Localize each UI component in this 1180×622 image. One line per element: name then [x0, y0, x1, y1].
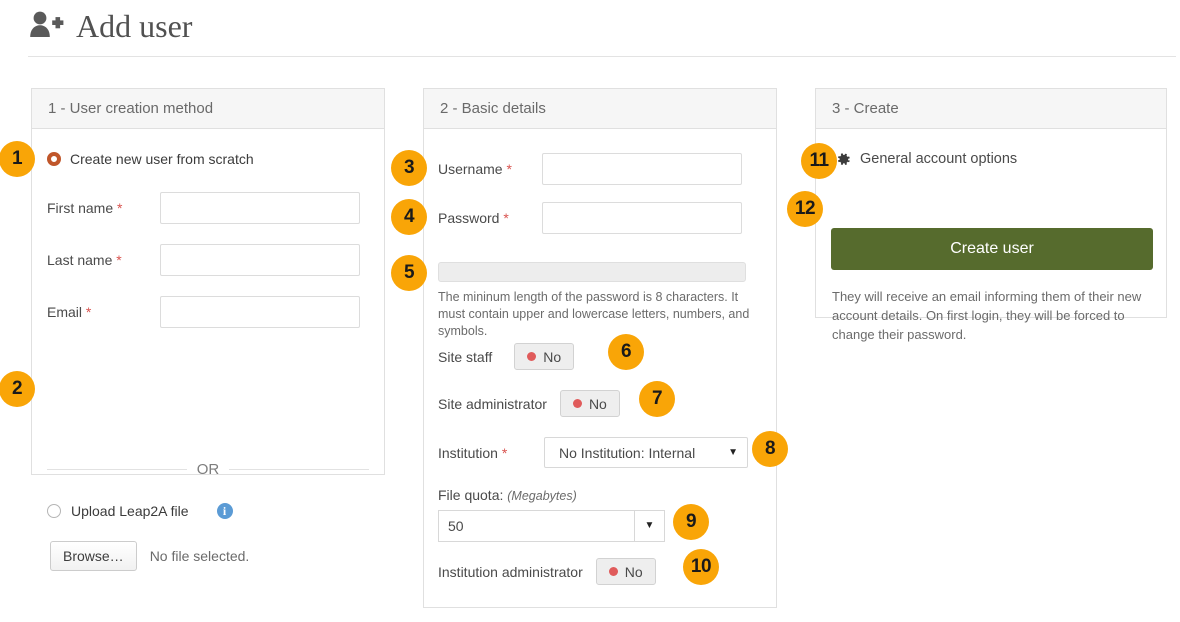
panel-2-body: Username * Password * The mininum length…	[424, 129, 776, 607]
institution-label: Institution *	[438, 444, 508, 461]
info-icon[interactable]: i	[216, 503, 233, 519]
institution-administrator-label: Institution administrator	[438, 563, 583, 580]
site-administrator-label: Site administrator	[438, 395, 547, 412]
site-administrator-toggle[interactable]: No	[559, 390, 620, 417]
panel-basic-details: 2 - Basic details Username * Password * …	[423, 88, 777, 608]
callout-badge-1: 1	[0, 141, 35, 177]
status-dot-icon	[608, 567, 618, 576]
username-input[interactable]	[542, 153, 742, 185]
panel-1-body: Create new user from scratch First name …	[32, 129, 384, 571]
browse-button[interactable]: Browse…	[50, 541, 137, 571]
or-divider-line-right	[229, 469, 369, 470]
radio-upload-label: Upload Leap2A file	[71, 503, 189, 519]
panel-2-heading: 2 - Basic details	[424, 89, 776, 129]
last-name-input[interactable]	[160, 244, 360, 276]
password-label: Password *	[438, 210, 509, 226]
email-input[interactable]	[160, 296, 360, 328]
required-mark: *	[117, 200, 123, 216]
gear-icon	[836, 152, 851, 167]
status-dot-icon	[527, 352, 537, 361]
last-name-label: Last name *	[47, 252, 122, 268]
chevron-down-icon: ▼	[644, 520, 655, 531]
email-label: Email *	[47, 304, 92, 320]
panel-1-heading: 1 - User creation method	[32, 89, 384, 129]
callout-badge-7: 7	[639, 381, 675, 417]
user-plus-icon	[28, 10, 64, 43]
or-label: OR	[196, 461, 220, 478]
file-quota-combo[interactable]: ▼	[438, 510, 665, 542]
file-quota-label: File quota:	[438, 487, 504, 503]
general-account-options-link[interactable]: General account options	[836, 151, 1017, 167]
file-quota-dropdown-button[interactable]: ▼	[634, 510, 665, 542]
site-staff-label: Site staff	[438, 348, 493, 365]
radio-create-from-scratch[interactable]: Create new user from scratch	[47, 151, 254, 167]
or-divider: OR	[47, 461, 369, 478]
required-mark: *	[501, 444, 508, 461]
page-header: Add user	[0, 0, 1180, 60]
required-mark: *	[503, 210, 509, 226]
required-mark: *	[116, 252, 122, 268]
callout-badge-6: 6	[608, 334, 644, 370]
callout-badge-10: 10	[683, 549, 719, 585]
required-mark: *	[85, 304, 92, 320]
page-title: Add user	[28, 6, 192, 46]
callout-badge-12: 12	[787, 191, 823, 227]
institution-administrator-toggle[interactable]: No	[595, 558, 656, 585]
file-quota-unit: (Megabytes)	[507, 489, 577, 503]
required-mark: *	[506, 161, 512, 177]
radio-upload-leap2a[interactable]: Upload Leap2A file i	[47, 503, 233, 519]
header-divider	[28, 56, 1176, 57]
create-user-button[interactable]: Create user	[831, 228, 1153, 270]
or-divider-line-left	[47, 469, 187, 470]
general-account-options-label: General account options	[860, 151, 1018, 167]
callout-badge-11: 11	[801, 143, 837, 179]
callout-badge-3: 3	[391, 150, 427, 186]
site-administrator-value: No	[588, 395, 607, 412]
password-help-text: The mininum length of the password is 8 …	[438, 290, 750, 338]
radio-scratch-label: Create new user from scratch	[70, 151, 254, 167]
callout-badge-2: 2	[0, 371, 35, 407]
username-label: Username *	[438, 161, 512, 177]
panel-user-creation-method: 1 - User creation method Create new user…	[31, 88, 385, 571]
institution-select-value: No Institution: Internal	[559, 444, 696, 461]
password-input[interactable]	[542, 202, 742, 234]
create-note-text: They will receive an email informing the…	[832, 289, 1142, 342]
callout-badge-5: 5	[391, 255, 427, 291]
panel-create: 3 - Create General account options Creat…	[815, 88, 1167, 342]
first-name-label: First name *	[47, 200, 123, 216]
radio-upload-indicator[interactable]	[47, 504, 61, 518]
chevron-down-icon: ▼	[728, 446, 738, 458]
site-staff-toggle[interactable]: No	[514, 343, 575, 370]
first-name-input[interactable]	[160, 192, 360, 224]
panel-3-body: General account options Create user They…	[816, 129, 1166, 342]
file-quota-input[interactable]	[438, 510, 634, 542]
radio-scratch-indicator[interactable]	[47, 152, 61, 166]
site-staff-value: No	[543, 348, 562, 365]
panel-3-heading: 3 - Create	[816, 89, 1166, 129]
callout-badge-9: 9	[673, 504, 709, 540]
callout-badge-4: 4	[391, 199, 427, 235]
password-strength-bar	[438, 262, 746, 282]
file-status-text: No file selected.	[149, 548, 250, 564]
callout-badge-8: 8	[752, 431, 788, 467]
page-title-text: Add user	[76, 8, 193, 44]
institution-administrator-value: No	[624, 563, 643, 580]
institution-select[interactable]: No Institution: Internal ▼	[544, 437, 748, 468]
status-dot-icon	[572, 399, 582, 408]
